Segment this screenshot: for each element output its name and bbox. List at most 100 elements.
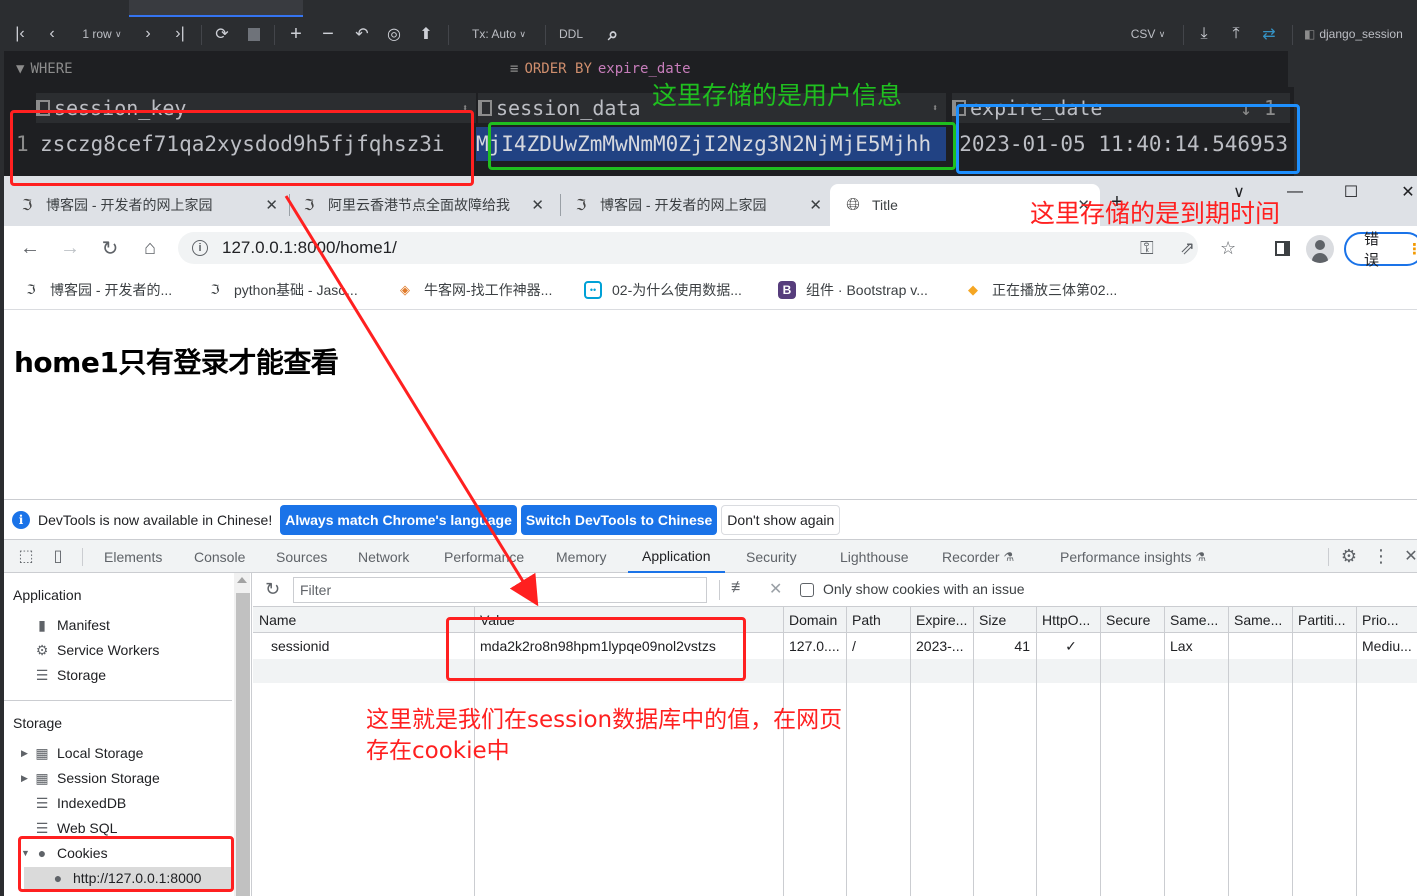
cell-priority[interactable]: Mediu... — [1356, 633, 1417, 659]
column-divider[interactable] — [1100, 607, 1101, 896]
bookmark-item[interactable]: ◆ 正在播放三体第02... — [964, 280, 1117, 300]
export-format-dropdown[interactable]: CSV ∨ — [1126, 17, 1170, 51]
back-button[interactable]: ← — [16, 234, 44, 262]
order-by-filter[interactable]: ≡ ORDER BY expire_date — [510, 61, 691, 77]
switch-to-chinese-button[interactable]: Switch DevTools to Chinese — [520, 504, 718, 535]
ddl-button[interactable]: DDL — [556, 17, 586, 51]
sidebar-item-cookie-origin[interactable]: ● http://127.0.0.1:8000 — [24, 867, 234, 889]
share-icon[interactable]: ⇗ — [1180, 238, 1195, 259]
ide-active-tab[interactable] — [129, 0, 303, 17]
column-divider[interactable] — [1292, 607, 1293, 896]
column-header-partition[interactable]: Partiti... — [1292, 607, 1356, 633]
column-divider[interactable] — [1164, 607, 1165, 896]
cell-expires[interactable]: 2023-... — [910, 633, 973, 659]
maximize-button[interactable]: ☐ — [1338, 178, 1364, 206]
cell-sameparty[interactable] — [1228, 633, 1292, 659]
column-header-name[interactable]: Name — [253, 607, 474, 633]
browser-tab-active[interactable]: 🌐︎ Title ✕ — [830, 184, 1100, 226]
close-tab-icon[interactable]: ✕ — [531, 196, 544, 214]
next-page-icon[interactable]: › — [138, 17, 158, 51]
prev-page-icon[interactable]: ‹ — [42, 17, 62, 51]
tab-search-icon[interactable]: ∨ — [1226, 178, 1252, 206]
cell-size[interactable]: 41 — [973, 633, 1036, 659]
more-options-icon[interactable]: ⋮ — [1372, 546, 1390, 566]
tab-security[interactable]: Security — [746, 540, 797, 573]
column-divider[interactable] — [910, 607, 911, 896]
sidebar-item-storage[interactable]: ☰ Storage — [34, 664, 106, 686]
compare-icon[interactable]: ⇄ — [1258, 17, 1280, 51]
device-toolbar-icon[interactable]: ▯ — [48, 546, 68, 566]
delete-row-icon[interactable]: − — [318, 17, 338, 51]
collapse-arrow-icon[interactable]: ▼ — [21, 848, 30, 858]
refresh-icon[interactable]: ⟳ — [212, 17, 232, 51]
side-panel-icon[interactable] — [1268, 234, 1296, 262]
scroll-up-arrow-icon[interactable] — [237, 577, 247, 583]
upload-icon[interactable]: ⤒ — [1226, 17, 1246, 51]
browser-tab[interactable]: ℑ 博客园 - 开发者的网上家园 ✕ — [572, 184, 832, 226]
column-header-session-key[interactable]: session_key ⬍ — [36, 93, 476, 123]
delete-selected-icon[interactable]: ✕ — [769, 579, 782, 599]
browser-tab[interactable]: ℑ 博客园 - 开发者的网上家园 ✕ — [18, 184, 288, 226]
tab-network[interactable]: Network — [358, 540, 409, 573]
cookie-filter-input[interactable]: Filter — [293, 577, 707, 603]
where-filter[interactable]: ▼ WHERE — [16, 61, 73, 77]
reload-button[interactable]: ↻ — [96, 234, 124, 262]
tab-recorder[interactable]: Recorder ⚗ — [942, 540, 1014, 573]
column-header-domain[interactable]: Domain — [783, 607, 846, 633]
column-header-sameparty[interactable]: Same... — [1228, 607, 1292, 633]
close-tab-icon[interactable]: ✕ — [265, 196, 278, 214]
dont-show-again-button[interactable]: Don't show again — [721, 504, 841, 535]
tab-sources[interactable]: Sources — [276, 540, 327, 573]
cell-domain[interactable]: 127.0.... — [783, 633, 846, 659]
tab-application[interactable]: Application — [628, 540, 725, 573]
expand-arrow-icon[interactable]: ▶ — [21, 773, 28, 784]
column-divider[interactable] — [973, 607, 974, 896]
tab-performance[interactable]: Performance — [444, 540, 524, 573]
sidebar-item-service-workers[interactable]: ⚙ Service Workers — [34, 639, 160, 661]
download-icon[interactable]: ⤓ — [1194, 17, 1214, 51]
column-divider[interactable] — [1036, 607, 1037, 896]
column-divider[interactable] — [783, 607, 784, 896]
only-issues-checkbox[interactable] — [800, 583, 814, 597]
bookmark-star-icon[interactable]: ☆ — [1220, 238, 1236, 259]
sidebar-item-session-storage[interactable]: ▶ ▦ Session Storage — [21, 767, 160, 789]
tab-performance-insights[interactable]: Performance insights ⚗ — [1060, 540, 1206, 573]
cell-partition[interactable] — [1292, 633, 1356, 659]
column-divider[interactable] — [474, 607, 475, 896]
transaction-mode-dropdown[interactable]: Tx: Auto ∨ — [462, 17, 536, 51]
column-divider[interactable] — [1228, 607, 1229, 896]
column-header-samesite[interactable]: Same... — [1164, 607, 1228, 633]
tab-elements[interactable]: Elements — [104, 540, 162, 573]
column-divider[interactable] — [846, 607, 847, 896]
sidebar-item-manifest[interactable]: ▮ Manifest — [34, 614, 110, 636]
inspect-element-icon[interactable]: ⬚ — [16, 546, 36, 566]
sidebar-item-web-sql[interactable]: ☰ Web SQL — [34, 817, 118, 839]
column-divider[interactable] — [1356, 607, 1357, 896]
tab-lighthouse[interactable]: Lighthouse — [840, 540, 909, 573]
submit-icon[interactable]: ⬆ — [416, 17, 436, 51]
minimize-button[interactable]: — — [1282, 178, 1308, 206]
home-button[interactable]: ⌂ — [136, 234, 164, 262]
revert-icon[interactable]: ↶ — [352, 17, 372, 51]
cell-session-data[interactable]: MjI4ZDUwZmMwNmM0ZjI2Nzg3N2NjMjE5Mjhh — [476, 127, 946, 161]
close-tab-icon[interactable]: ✕ — [809, 196, 822, 214]
column-header-httponly[interactable]: HttpO... — [1036, 607, 1100, 633]
cell-path[interactable]: / — [846, 633, 910, 659]
search-icon[interactable]: ⌕ — [602, 17, 624, 51]
sidebar-item-cookies[interactable]: ▼ ● Cookies — [21, 842, 108, 864]
column-header-path[interactable]: Path — [846, 607, 910, 633]
clear-filtered-cookies-icon[interactable]: ≢ — [731, 579, 747, 597]
sort-toggle-icon[interactable]: ⬍ — [462, 103, 468, 114]
cell-httponly[interactable]: ✓ — [1036, 633, 1100, 659]
sidebar-item-indexeddb[interactable]: ☰ IndexedDB — [34, 792, 127, 814]
sidebar-item-local-storage[interactable]: ▶ ▦ Local Storage — [21, 742, 143, 764]
new-tab-button[interactable]: + — [1104, 188, 1130, 216]
sort-order-indicator[interactable]: ↓ 1 — [1240, 96, 1276, 120]
column-header-value[interactable]: Value — [474, 607, 783, 633]
profile-avatar[interactable] — [1306, 235, 1334, 263]
cell-name[interactable]: sessionid — [253, 633, 474, 659]
cell-expire-date[interactable]: 2023-01-05 11:40:14.546953 — [954, 127, 1288, 161]
refresh-icon[interactable]: ↻ — [265, 579, 280, 600]
browser-tab[interactable]: ℑ 阿里云香港节点全面故障给我 ✕ — [300, 184, 554, 226]
tab-memory[interactable]: Memory — [556, 540, 607, 573]
